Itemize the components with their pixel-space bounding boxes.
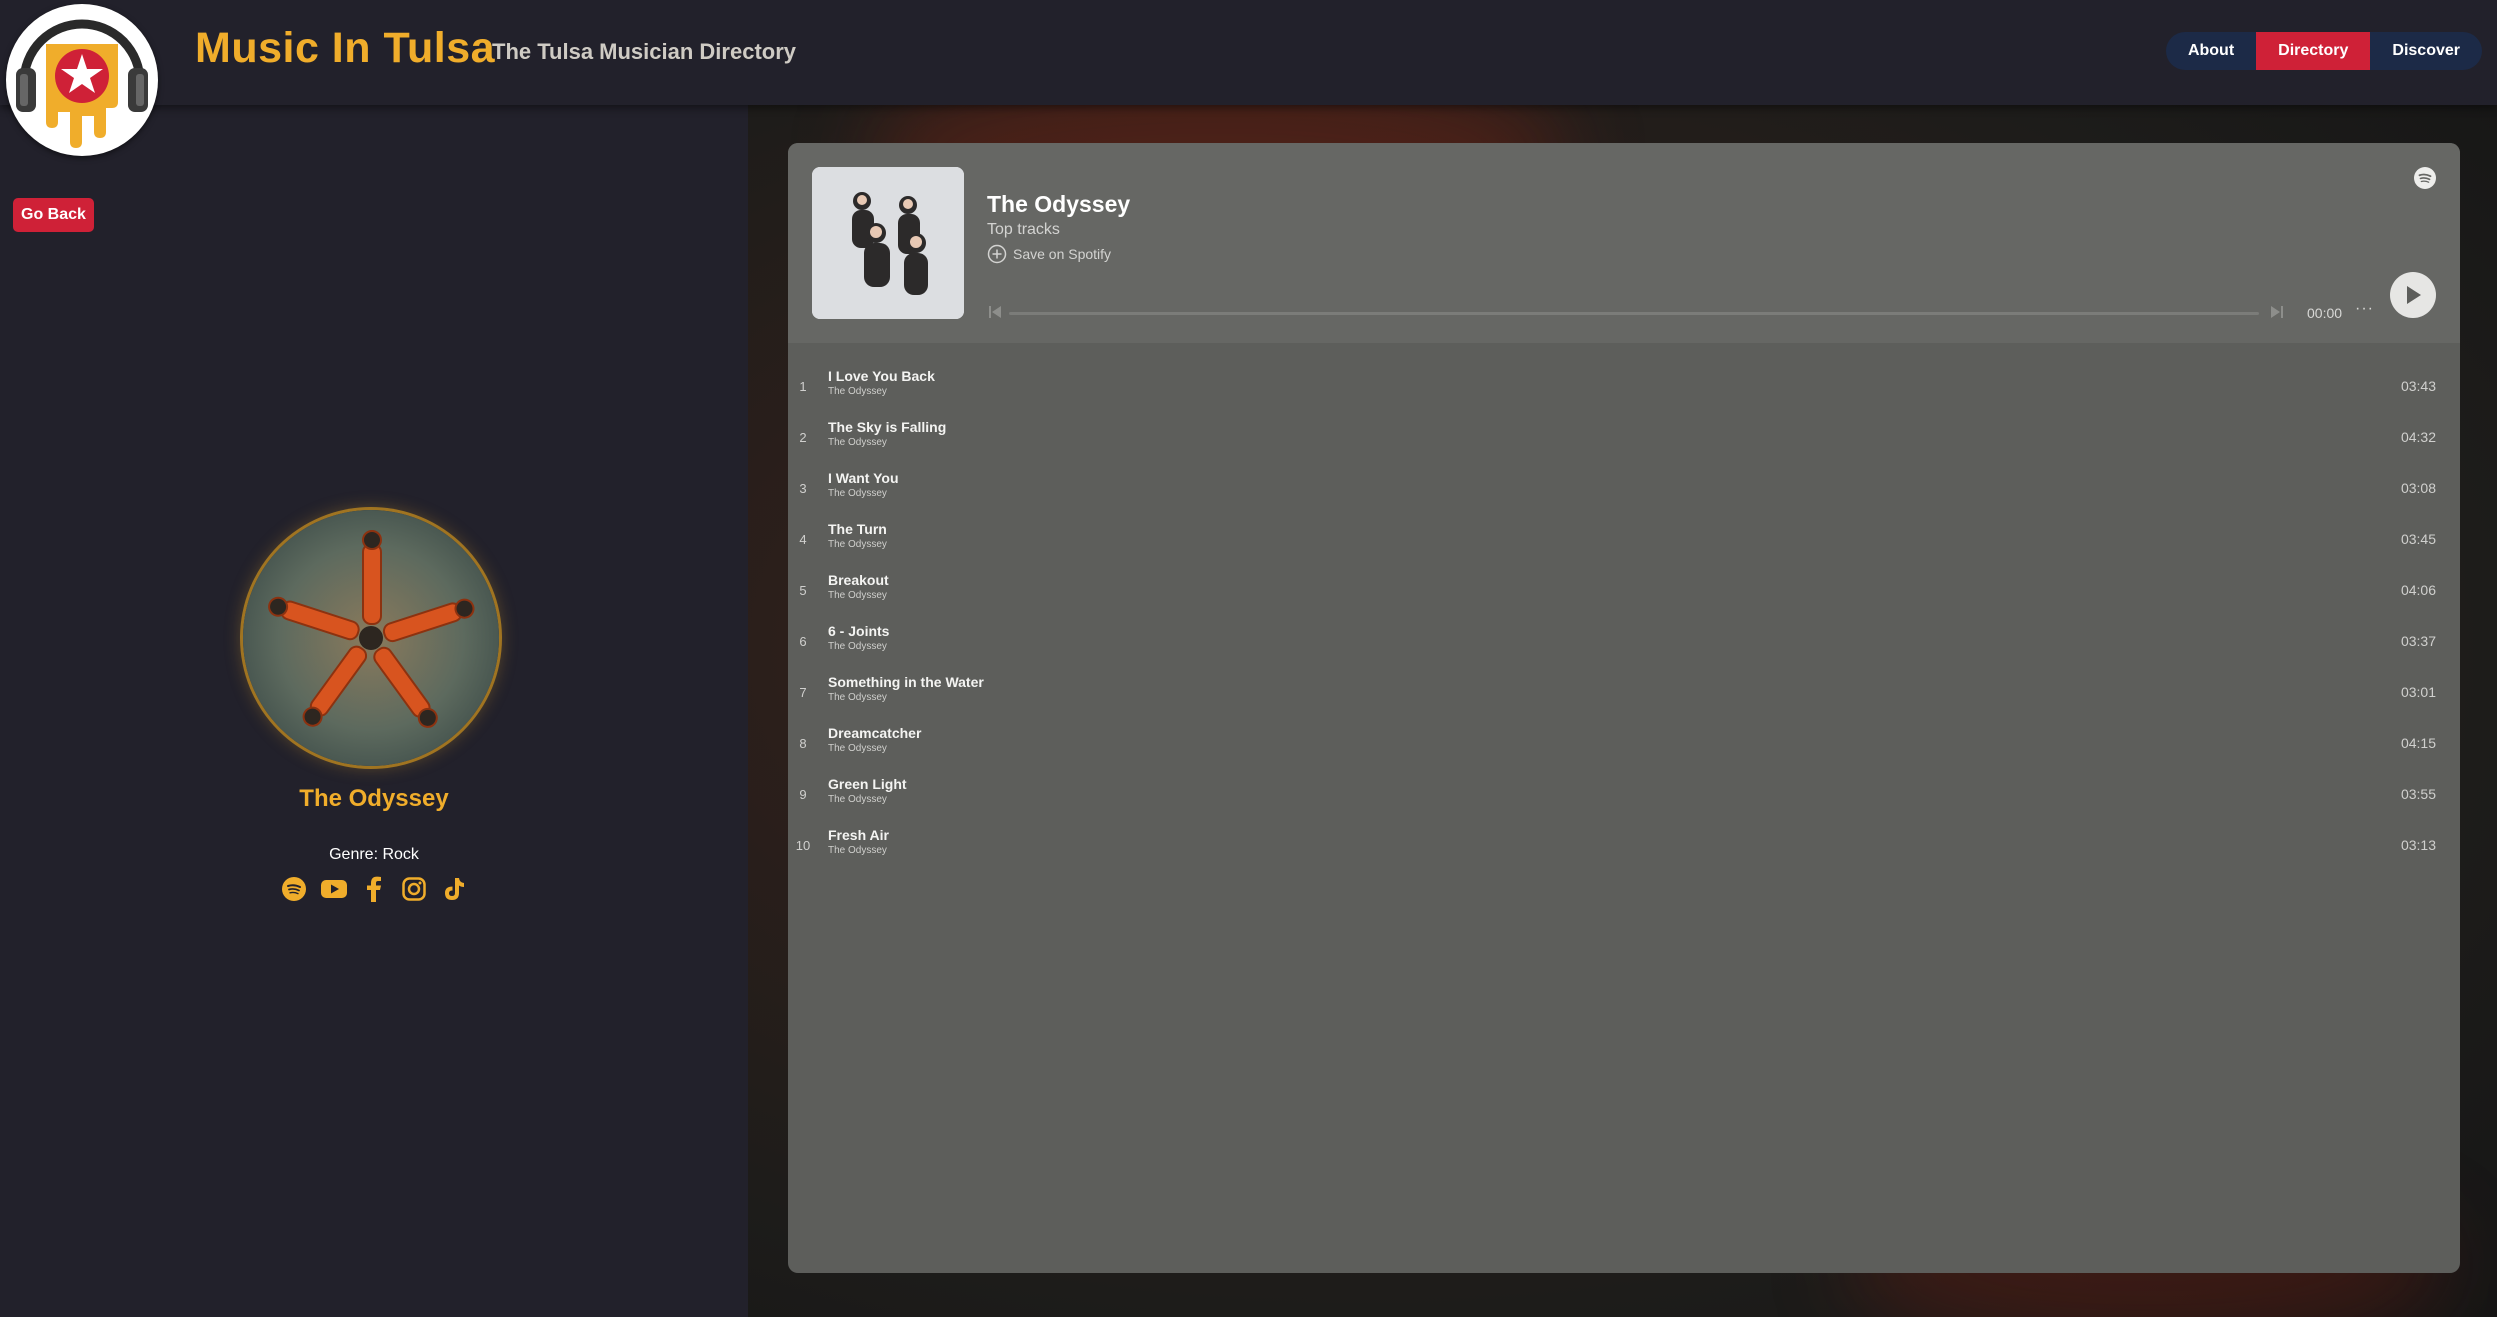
track-row[interactable]: 2 The Sky is Falling The Odyssey 04:32	[788, 409, 2460, 460]
track-title: Fresh Air	[828, 827, 889, 843]
album-cover[interactable]	[812, 167, 964, 319]
track-row[interactable]: 10 Fresh Air The Odyssey 03:13	[788, 817, 2460, 868]
spotify-icon[interactable]	[280, 875, 308, 903]
nav-directory[interactable]: Directory	[2256, 32, 2371, 70]
tiktok-icon[interactable]	[440, 875, 468, 903]
track-row[interactable]: 8 Dreamcatcher The Odyssey 04:15	[788, 715, 2460, 766]
track-artist: The Odyssey	[828, 590, 887, 601]
track-number: 1	[799, 379, 807, 394]
track-duration: 03:08	[2400, 480, 2436, 496]
track-artist: The Odyssey	[828, 641, 887, 652]
track-number: 8	[799, 736, 807, 751]
add-circle-icon	[987, 244, 1007, 264]
track-number: 6	[799, 634, 807, 649]
artist-panel: Go Back The Odyssey Genre: Rock	[0, 105, 748, 1317]
headphones-logo-icon	[16, 19, 148, 148]
social-links	[0, 875, 748, 903]
track-row[interactable]: 5 Breakout The Odyssey 04:06	[788, 562, 2460, 613]
track-row[interactable]: 1 I Love You Back The Odyssey 03:43	[788, 358, 2460, 409]
track-artist: The Odyssey	[828, 386, 887, 397]
track-duration: 03:01	[2400, 684, 2436, 700]
track-row[interactable]: 9 Green Light The Odyssey 03:55	[788, 766, 2460, 817]
player-background: The Odyssey Top tracks Save on Spotify 0…	[748, 105, 2497, 1317]
player-subtitle: Top tracks	[987, 221, 1060, 238]
track-title: The Turn	[828, 521, 887, 537]
track-title: Something in the Water	[828, 674, 984, 690]
spotify-logo-icon[interactable]	[2414, 167, 2436, 194]
track-row[interactable]: 4 The Turn The Odyssey 03:45	[788, 511, 2460, 562]
spotify-embed-player: The Odyssey Top tracks Save on Spotify 0…	[788, 143, 2460, 1273]
track-artist: The Odyssey	[828, 488, 887, 499]
track-title: I Love You Back	[828, 368, 935, 384]
track-artist: The Odyssey	[828, 437, 887, 448]
track-artist: The Odyssey	[828, 692, 887, 703]
track-number: 5	[799, 583, 807, 598]
site-subtitle: The Tulsa Musician Directory	[492, 39, 797, 64]
nav-discover[interactable]: Discover	[2370, 32, 2482, 70]
track-artist: The Odyssey	[828, 845, 887, 856]
instagram-icon[interactable]	[400, 875, 428, 903]
save-on-spotify-button[interactable]: Save on Spotify	[987, 244, 1111, 264]
track-title: Breakout	[828, 572, 889, 588]
site-header: Music In Tulsa The Tulsa Musician Direct…	[0, 0, 2497, 105]
skip-next-icon[interactable]	[2269, 304, 2285, 325]
player-title[interactable]: The Odyssey	[987, 191, 1130, 218]
track-number: 10	[795, 838, 811, 853]
track-artist: The Odyssey	[828, 743, 887, 754]
play-icon	[2407, 286, 2421, 304]
player-header: The Odyssey Top tracks Save on Spotify 0…	[788, 143, 2460, 343]
track-list: 1 I Love You Back The Odyssey 03:43 2 The Sky…	[788, 358, 2460, 868]
track-duration: 04:15	[2400, 735, 2436, 751]
track-number: 9	[799, 787, 807, 802]
go-back-button[interactable]: Go Back	[13, 198, 94, 232]
track-artist: The Odyssey	[828, 539, 887, 550]
track-duration: 03:43	[2400, 378, 2436, 394]
track-row[interactable]: 6 6 - Joints The Odyssey 03:37	[788, 613, 2460, 664]
track-artist: The Odyssey	[828, 794, 887, 805]
playback-time: 00:00	[2307, 305, 2343, 321]
youtube-icon[interactable]	[320, 875, 348, 903]
track-title: The Sky is Falling	[828, 419, 947, 435]
track-duration: 04:06	[2400, 582, 2436, 598]
track-duration: 03:37	[2400, 633, 2436, 649]
track-row[interactable]: 7 Something in the Water The Odyssey 03:01	[788, 664, 2460, 715]
skip-previous-icon[interactable]	[987, 304, 1003, 325]
track-number: 7	[799, 685, 807, 700]
track-number: 2	[799, 430, 807, 445]
track-duration: 04:32	[2400, 429, 2436, 445]
play-button[interactable]	[2390, 272, 2436, 318]
site-title[interactable]: Music In Tulsa	[195, 24, 495, 73]
track-title: I Want You	[828, 470, 899, 486]
more-options-icon[interactable]: ···	[2355, 300, 2374, 318]
save-on-spotify-label: Save on Spotify	[1013, 246, 1112, 262]
track-title: 6 - Joints	[828, 623, 890, 639]
band-cover-photo-icon	[812, 167, 964, 319]
track-number: 3	[799, 481, 807, 496]
artist-avatar	[243, 510, 499, 766]
site-logo[interactable]	[6, 4, 158, 156]
progress-bar[interactable]	[1009, 312, 2259, 315]
track-duration: 03:55	[2400, 786, 2436, 802]
track-title: Dreamcatcher	[828, 725, 922, 741]
track-number: 4	[799, 532, 807, 547]
track-duration: 03:45	[2400, 531, 2436, 547]
band-photo-icon	[243, 510, 499, 766]
main-nav: About Directory Discover	[2165, 32, 2482, 70]
track-duration: 03:13	[2400, 837, 2436, 853]
playback-controls: 00:00 ···	[987, 297, 2417, 327]
track-row[interactable]: 3 I Want You The Odyssey 03:08	[788, 460, 2460, 511]
track-title: Green Light	[828, 776, 907, 792]
facebook-icon[interactable]	[360, 875, 388, 903]
artist-genre: Genre: Rock	[329, 846, 419, 863]
nav-about[interactable]: About	[2166, 32, 2256, 70]
artist-name: The Odyssey	[299, 785, 449, 812]
